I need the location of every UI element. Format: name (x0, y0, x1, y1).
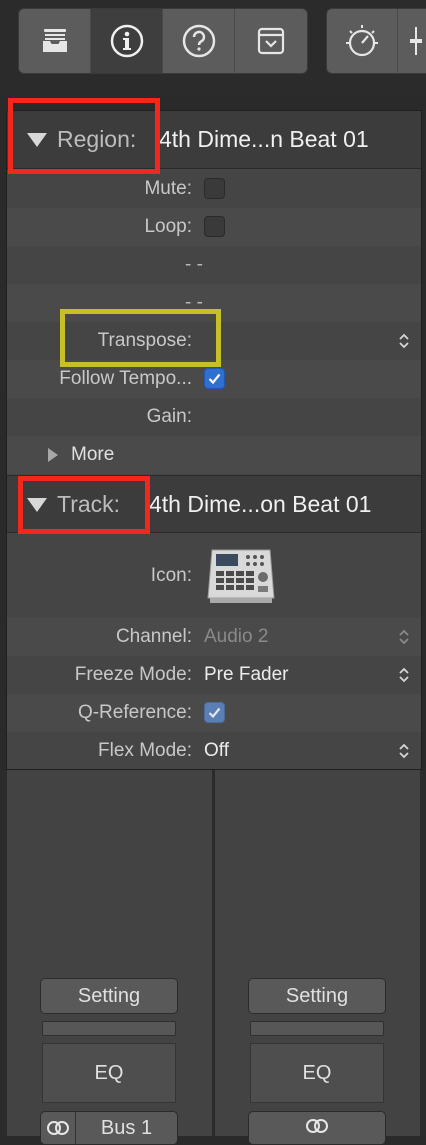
flex-mode-stepper-icon[interactable] (397, 741, 411, 761)
q-reference-checkbox[interactable] (204, 702, 225, 723)
follow-tempo-checkbox[interactable] (204, 368, 225, 389)
quantize-value: - - (185, 254, 203, 275)
info-icon (110, 24, 144, 58)
smart-controls-button[interactable] (327, 9, 398, 73)
bus-label: Bus 1 (100, 1116, 153, 1139)
flex-mode-row: Flex Mode: Off (7, 732, 421, 769)
eq-display[interactable]: EQ (42, 1043, 176, 1103)
inspector-panel: Region: 4th Dime...n Beat 01 Mute: Loop:… (6, 110, 422, 770)
q-reference-row: Q-Reference: (7, 694, 421, 732)
toolbar-button[interactable] (235, 9, 307, 73)
checkmark-icon (208, 707, 221, 719)
freeze-mode-label: Freeze Mode: (74, 664, 192, 685)
flex-mode-value[interactable]: Off (204, 732, 229, 769)
region-name[interactable]: 4th Dime...n Beat 01 (159, 126, 369, 153)
channel-row: Channel: Audio 2 (7, 618, 421, 656)
track-name[interactable]: 4th Dime...on Beat 01 (149, 491, 371, 518)
smart-controls-icon (344, 23, 380, 59)
channel-label: Channel: (115, 626, 192, 647)
bus-send-slot[interactable]: Bus 1 (40, 1111, 178, 1145)
disclosure-right-icon[interactable] (47, 447, 59, 463)
setting-button[interactable]: Setting (40, 978, 178, 1014)
inspector-button[interactable] (91, 9, 163, 73)
transpose-stepper-icon[interactable] (397, 331, 411, 351)
freeze-mode-value[interactable]: Pre Fader (204, 656, 288, 694)
output-slot[interactable] (248, 1111, 386, 1145)
more-row[interactable]: More (7, 436, 421, 474)
quick-help-button[interactable] (163, 9, 235, 73)
gain-row: Gain: (7, 398, 421, 436)
gain-reduction-meter (250, 1021, 384, 1036)
library-icon (40, 26, 70, 56)
toolbar-icon (256, 26, 286, 56)
more-label: More (71, 444, 115, 465)
mixer-button[interactable] (398, 9, 426, 73)
loop-row: Loop: (7, 208, 421, 246)
quantize-row: - - (7, 246, 421, 284)
gain-reduction-meter (42, 1021, 176, 1036)
track-highlight-box (18, 476, 150, 534)
channel-value[interactable]: Audio 2 (204, 618, 268, 656)
link-icon (305, 1117, 329, 1140)
freeze-mode-row: Freeze Mode: Pre Fader (7, 656, 421, 694)
loop-label: Loop: (144, 216, 192, 237)
setting-button[interactable]: Setting (248, 978, 386, 1014)
loop-checkbox[interactable] (204, 216, 225, 237)
link-icon (41, 1112, 76, 1144)
mute-label: Mute: (144, 178, 192, 199)
channel-strip-2: Setting EQ (215, 770, 420, 1145)
icon-row: Icon: (7, 534, 421, 618)
help-icon (182, 24, 216, 58)
mute-checkbox[interactable] (204, 178, 225, 199)
inspector-toolbar (0, 0, 426, 98)
drum-machine-icon[interactable] (206, 544, 276, 611)
eq-display[interactable]: EQ (250, 1043, 384, 1103)
region-highlight-box (8, 98, 160, 174)
channel-strips-area: Setting EQ Bus 1 Setting EQ (0, 770, 426, 1145)
channel-strip-1: Setting EQ Bus 1 (7, 770, 212, 1145)
flex-mode-label: Flex Mode: (98, 740, 192, 761)
checkmark-icon (208, 373, 221, 385)
view-button-group (18, 8, 308, 74)
library-button[interactable] (19, 9, 91, 73)
mixer-icon (406, 23, 426, 59)
mute-row: Mute: (7, 170, 421, 208)
icon-label: Icon: (150, 565, 192, 586)
smart-controls-group (326, 8, 426, 74)
transpose-highlight-box (60, 309, 221, 367)
channel-stepper-icon[interactable] (397, 627, 411, 647)
gain-label: Gain: (146, 406, 192, 427)
freeze-mode-stepper-icon[interactable] (397, 665, 411, 685)
q-reference-label: Q-Reference: (77, 702, 192, 723)
